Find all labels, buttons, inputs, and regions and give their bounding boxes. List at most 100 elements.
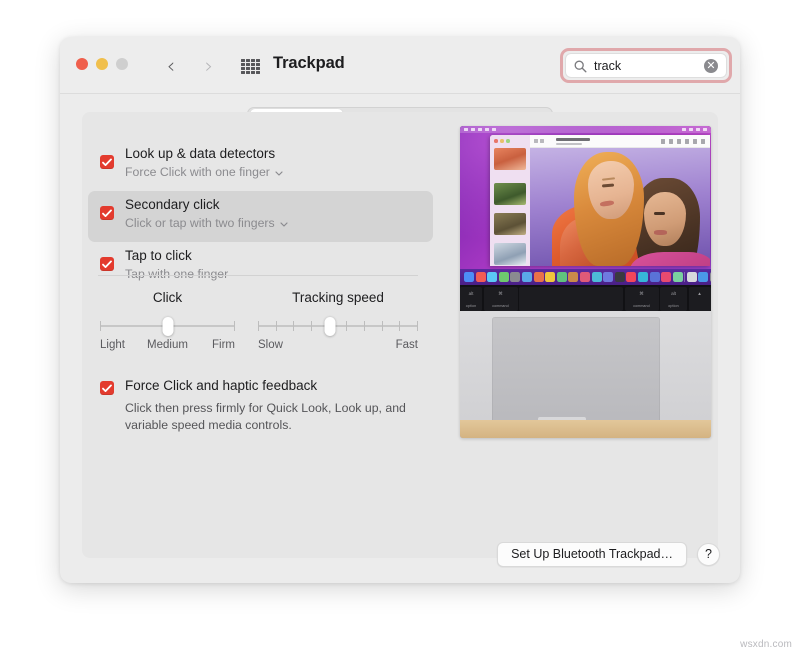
preview-thumbnail: [494, 183, 526, 205]
key-symbol: alt: [660, 291, 687, 296]
preview-photos-toolbar: [530, 135, 710, 148]
dock-app-icon: [568, 272, 578, 282]
forward-button[interactable]: ›: [198, 53, 220, 79]
chevron-down-icon: [275, 171, 283, 176]
dock-app-icon: [522, 272, 532, 282]
slider-knob-tracking-speed[interactable]: [325, 317, 336, 336]
slider-knob-click[interactable]: [162, 317, 173, 336]
preview-photo-two-women: [530, 148, 710, 266]
preview-thumbnail: [494, 243, 526, 265]
key-label: option: [668, 304, 678, 308]
scale-light: Light: [100, 339, 125, 351]
key-label: command: [633, 304, 649, 308]
option-title: Secondary click: [125, 197, 220, 212]
option-popup-secondary-click[interactable]: Click or tap with two fingers: [125, 216, 288, 230]
dock-app-icon: [638, 272, 648, 282]
dock-separator: [684, 272, 685, 282]
preview-thumbnail: [494, 213, 526, 235]
minimize-button[interactable]: [96, 58, 108, 70]
window-titlebar: ‹ › Trackpad track ✕: [60, 37, 740, 94]
key-spacebar: [519, 287, 623, 312]
slider-scale-click: Light Medium Firm: [100, 339, 235, 353]
key-command-left: ⌘ command: [484, 287, 518, 312]
dock-app-icon: [673, 272, 683, 282]
preview-laptop-body: [460, 311, 711, 438]
page-title: Trackpad: [273, 54, 345, 73]
search-highlight-ring: track ✕: [560, 48, 732, 83]
checkbox-force-click[interactable]: [100, 381, 114, 395]
help-button[interactable]: ?: [697, 543, 720, 566]
zoom-button[interactable]: [116, 58, 128, 70]
option-title: Look up & data detectors: [125, 146, 275, 161]
dock-app-icon: [650, 272, 660, 282]
option-row-secondary-click[interactable]: Secondary click Click or tap with two fi…: [88, 191, 433, 242]
window-bottom-bar: Set Up Bluetooth Trackpad… ?: [497, 542, 720, 567]
dock-app-icon: [661, 272, 671, 282]
force-click-title: Force Click and haptic feedback: [125, 378, 317, 393]
checkbox-tap-to-click[interactable]: [100, 257, 114, 271]
dock-app-icon: [592, 272, 602, 282]
search-field[interactable]: track ✕: [565, 53, 727, 78]
dock-app-icon: [710, 272, 711, 282]
dock-app-icon: [557, 272, 567, 282]
key-symbol: ⌘: [625, 291, 659, 297]
key-symbol: ⌘: [484, 291, 518, 297]
dock-app-icon: [698, 272, 708, 282]
slider-track-click[interactable]: [100, 318, 235, 334]
scale-firm: Firm: [212, 339, 235, 351]
option-row-look-up[interactable]: Look up & data detectors Force Click wit…: [88, 140, 433, 191]
slider-scale-tracking-speed: Slow Fast: [258, 339, 418, 353]
key-command-right: ⌘ command: [625, 287, 659, 312]
search-input-value[interactable]: track: [594, 58, 621, 75]
preview-photos-app-window: [490, 135, 710, 266]
preview-trackpad-surface: [492, 317, 660, 425]
preferences-panel: Look up & data detectors Force Click wit…: [82, 112, 718, 558]
slider-group-tracking-speed: Tracking speed Slow Fast: [258, 290, 418, 353]
dock-app-icon: [510, 272, 520, 282]
back-button[interactable]: ‹: [160, 53, 182, 79]
preview-desktop-wallpaper: [460, 126, 711, 269]
clear-search-icon[interactable]: ✕: [704, 59, 718, 73]
preview-menubar: [460, 126, 711, 133]
slider-group-click: Click Light Medium Firm: [100, 290, 235, 353]
slider-label-tracking-speed: Tracking speed: [258, 290, 418, 305]
dock-app-icon: [487, 272, 497, 282]
scale-fast: Fast: [396, 339, 418, 351]
traffic-lights: [76, 58, 128, 70]
checkbox-look-up[interactable]: [100, 155, 114, 169]
key-option-left: alt option: [460, 287, 482, 312]
key-symbol: ▲: [689, 291, 711, 296]
option-popup-look-up[interactable]: Force Click with one finger: [125, 165, 283, 179]
dock-app-icon: [534, 272, 544, 282]
dock-app-icon: [615, 272, 625, 282]
dock-app-icon: [580, 272, 590, 282]
dock-app-icon: [603, 272, 613, 282]
set-up-bluetooth-trackpad-button[interactable]: Set Up Bluetooth Trackpad…: [497, 542, 687, 567]
show-all-grid-icon[interactable]: [241, 59, 260, 74]
slider-track-tracking-speed[interactable]: [258, 318, 418, 334]
checkbox-secondary-click[interactable]: [100, 206, 114, 220]
key-option-right: alt option: [660, 287, 687, 312]
preview-photos-sidebar: [490, 135, 530, 266]
preview-thumbnail: [494, 148, 526, 170]
watermark: wsxdn.com: [740, 639, 792, 650]
option-title: Tap to click: [125, 248, 192, 263]
slider-label-click: Click: [100, 290, 235, 305]
options-column: Look up & data detectors Force Click wit…: [88, 140, 433, 293]
dock-app-icon: [476, 272, 486, 282]
key-label: command: [492, 304, 508, 308]
option-row-tap-to-click[interactable]: Tap to click Tap with one finger: [88, 242, 433, 293]
search-icon: [574, 60, 587, 73]
scale-slow: Slow: [258, 339, 283, 351]
option-subtitle: Click or tap with two fingers: [125, 216, 275, 230]
trackpad-demo-preview[interactable]: alt option ⌘ command ⌘ command alt opti: [460, 126, 711, 438]
key-arrow-up: ▲: [689, 287, 711, 312]
option-subtitle: Force Click with one finger: [125, 165, 270, 179]
dock-app-icon: [464, 272, 474, 282]
dock-app-icon: [687, 272, 697, 282]
option-subtitle: Tap with one finger: [125, 267, 228, 281]
close-button[interactable]: [76, 58, 88, 70]
key-label: option: [466, 304, 476, 308]
preview-dock: [460, 269, 711, 285]
dock-app-icon: [499, 272, 509, 282]
